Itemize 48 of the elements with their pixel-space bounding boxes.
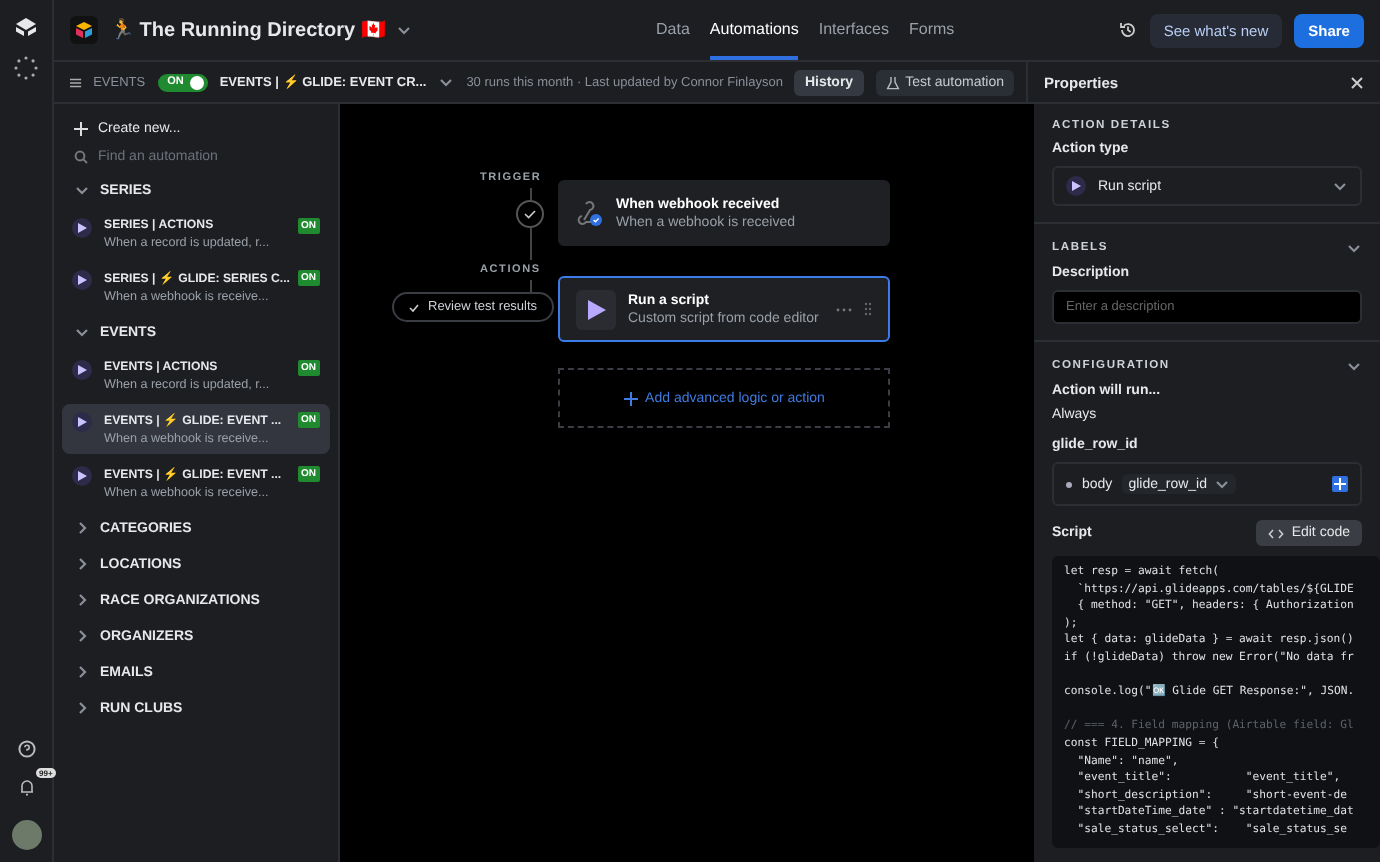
plus-icon: [623, 391, 638, 405]
chevron-icon: [74, 664, 90, 680]
nav-tab[interactable]: Interfaces: [818, 0, 890, 60]
chevron-icon: [74, 556, 90, 572]
play-icon: [72, 466, 92, 486]
chevron-icon: [74, 700, 90, 716]
nav-tab[interactable]: Data: [656, 0, 690, 60]
menu-icon[interactable]: [70, 75, 82, 89]
chevron-icon: [74, 324, 90, 340]
play-icon: [1066, 176, 1086, 196]
close-icon[interactable]: [1350, 75, 1364, 89]
chevron-down-icon: [396, 22, 413, 38]
history-icon[interactable]: [1117, 20, 1138, 40]
add-icon[interactable]: [1332, 476, 1348, 492]
loading-spinner-icon: [14, 56, 38, 80]
bell-icon[interactable]: [17, 778, 35, 796]
nav-tab[interactable]: Automations: [709, 0, 799, 60]
base-logo-icon: [70, 16, 98, 44]
chevron-down-icon: [1346, 358, 1362, 374]
drag-handle-icon[interactable]: [864, 302, 872, 316]
webhook-icon: [576, 197, 604, 229]
connector-line: [530, 188, 532, 200]
search-icon: [74, 150, 88, 164]
base-name[interactable]: 🏃 The Running Directory 🇨🇦: [110, 18, 385, 42]
chevron-down-icon: [1213, 476, 1229, 492]
chevron-icon: [74, 520, 90, 536]
check-icon: [408, 301, 420, 313]
help-icon[interactable]: [17, 740, 35, 758]
chevron-down-icon: [1346, 240, 1362, 256]
chevron-icon: [74, 592, 90, 608]
play-icon: [72, 270, 92, 290]
app-logo-icon[interactable]: [14, 16, 38, 36]
chevron-icon: [74, 628, 90, 644]
chevron-icon: [74, 182, 90, 198]
play-icon: [576, 289, 616, 329]
flask-icon: [885, 75, 900, 89]
connector-line: [530, 228, 532, 260]
play-icon: [72, 360, 92, 380]
bullet-icon: [1066, 481, 1072, 487]
user-avatar[interactable]: [11, 820, 41, 850]
plus-icon: [74, 122, 88, 136]
play-icon: [72, 218, 92, 238]
code-icon: [1267, 527, 1284, 539]
check-circle-icon: [516, 200, 544, 228]
nav-tab[interactable]: Forms: [909, 0, 955, 60]
chevron-down-icon: [1332, 178, 1348, 194]
chevron-down-icon: [438, 74, 455, 90]
play-icon: [72, 412, 92, 432]
